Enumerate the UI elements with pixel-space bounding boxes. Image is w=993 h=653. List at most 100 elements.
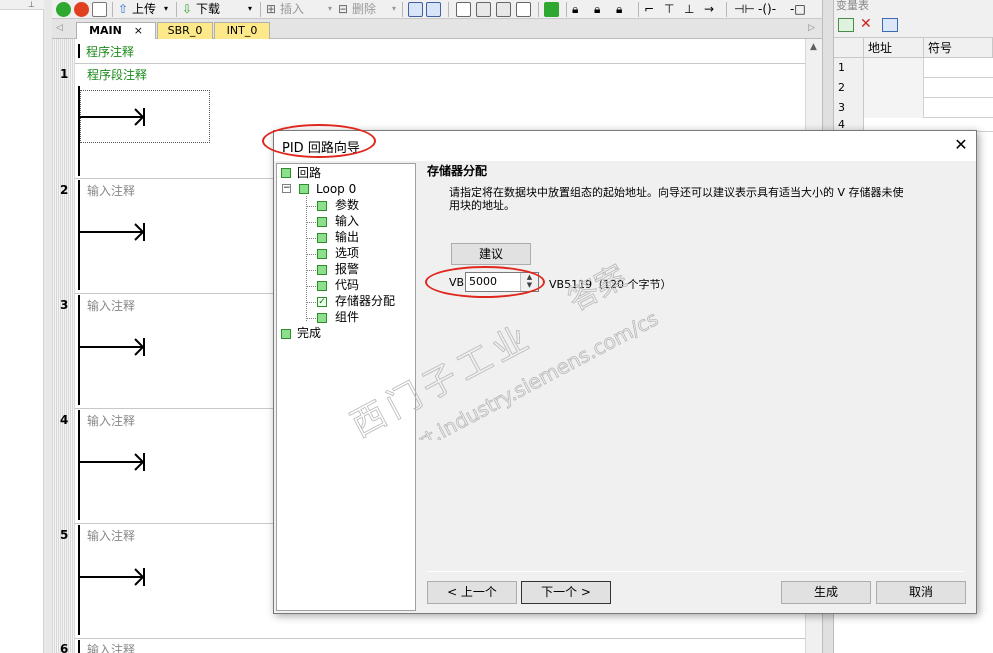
network-comment[interactable]: 输入注释 xyxy=(87,641,135,653)
tab-main-label: MAIN xyxy=(89,24,122,37)
check-icon xyxy=(317,281,327,291)
network-comment[interactable]: 程序段注释 xyxy=(87,66,147,83)
toggle-icon[interactable] xyxy=(516,2,531,17)
insert-dropdown-icon[interactable]: ▾ xyxy=(328,1,332,17)
upload-button[interactable]: 上传 xyxy=(132,1,156,17)
toolbar-separator xyxy=(638,2,639,17)
network-icon[interactable] xyxy=(408,2,423,17)
box-icon[interactable]: -□ xyxy=(790,1,806,17)
generate-button[interactable]: 生成 xyxy=(781,581,871,604)
rung-end-bar xyxy=(143,568,145,586)
address-cell[interactable] xyxy=(864,78,924,98)
upload-dropdown-icon[interactable]: ▾ xyxy=(164,1,168,17)
branch-icon[interactable]: ⊤ xyxy=(664,1,674,17)
variable-table-corner xyxy=(834,38,864,58)
tab-scroll-right-icon[interactable]: ▷ xyxy=(808,23,815,33)
network-icon[interactable] xyxy=(426,2,441,17)
tab-main[interactable]: MAIN × xyxy=(76,22,156,39)
toolbar-separator xyxy=(726,2,727,17)
run-icon[interactable] xyxy=(56,2,71,17)
column-header-symbol[interactable]: 符号 xyxy=(924,38,993,58)
check-icon xyxy=(317,249,327,259)
branch-icon[interactable]: ⌐ xyxy=(644,1,654,17)
address-cell[interactable] xyxy=(864,58,924,78)
toggle-icon[interactable] xyxy=(496,2,511,17)
stop-icon[interactable] xyxy=(74,2,89,17)
table-row[interactable]: 2 xyxy=(834,78,993,98)
delete-icon[interactable]: ⊟ xyxy=(338,1,348,17)
suggest-address-button[interactable]: 建议 xyxy=(451,243,531,265)
cancel-button[interactable]: 取消 xyxy=(876,581,966,604)
upload-icon[interactable]: ⇧ xyxy=(118,1,128,17)
insert-icon[interactable]: ⊞ xyxy=(266,1,276,17)
tree-item-code[interactable]: 代码 xyxy=(335,278,359,293)
address-cell[interactable] xyxy=(864,98,924,118)
network-comment[interactable]: 输入注释 xyxy=(87,182,135,199)
dialog-titlebar[interactable] xyxy=(274,131,976,161)
previous-button[interactable]: < 上一个 xyxy=(427,581,517,604)
branch-icon[interactable]: ⊥ xyxy=(684,1,694,17)
lock-icon[interactable]: 🔒︎ xyxy=(616,1,622,17)
power-rail xyxy=(78,525,80,635)
delete-row-icon[interactable]: ✕ xyxy=(860,16,872,32)
network-comment[interactable]: 输入注释 xyxy=(87,297,135,314)
network-comment[interactable]: 输入注释 xyxy=(87,412,135,429)
tree-item-parameters[interactable]: 参数 xyxy=(335,198,359,213)
insert-button[interactable]: 插入 xyxy=(280,1,304,17)
tree-item-loop-root[interactable]: 回路 xyxy=(297,166,321,181)
network-separator xyxy=(75,638,805,639)
tab-close-icon[interactable]: × xyxy=(134,24,143,37)
tree-item-input[interactable]: 输入 xyxy=(335,214,359,229)
tree-item-alarms[interactable]: 报警 xyxy=(335,262,359,277)
tree-item-components[interactable]: 组件 xyxy=(335,310,359,325)
check-icon xyxy=(317,265,327,275)
toolbar: ⇧ 上传 ▾ ⇩ 下载 ▾ ⊞ 插入 ▾ ⊟ 删除 ▾ 🔒︎ 🔒︎ 🔒︎ ⌐ ⊤… xyxy=(52,0,828,19)
tree-item-loop0[interactable]: Loop 0 xyxy=(316,182,356,197)
line-icon[interactable]: → xyxy=(704,1,714,17)
tree-item-finish[interactable]: 完成 xyxy=(297,326,321,341)
column-header-address[interactable]: 地址 xyxy=(864,38,924,58)
toolbar-separator xyxy=(402,2,403,17)
coil-icon[interactable]: -()- xyxy=(758,1,776,17)
tab-int0[interactable]: INT_0 xyxy=(214,22,270,39)
goto-icon[interactable] xyxy=(544,2,559,17)
collapse-icon[interactable]: − xyxy=(282,184,291,193)
lock-icon[interactable]: 🔒︎ xyxy=(594,1,600,17)
scroll-up-icon[interactable]: ▲ xyxy=(805,42,822,56)
table-tool-icon[interactable] xyxy=(882,18,898,32)
pin-icon[interactable]: ⊥ xyxy=(28,0,40,9)
vb-range-text: VB5119（120 个字节） xyxy=(549,278,672,291)
tree-connector xyxy=(306,206,316,207)
table-row[interactable]: 1 xyxy=(834,58,993,78)
tree-item-options[interactable]: 选项 xyxy=(335,246,359,261)
dialog-close-button[interactable]: ✕ xyxy=(950,134,972,156)
tree-item-memory-allocation[interactable]: 存储器分配 xyxy=(335,294,395,309)
toggle-icon[interactable] xyxy=(476,2,491,17)
check-icon xyxy=(317,233,327,243)
download-icon[interactable]: ⇩ xyxy=(182,1,192,17)
row-number: 2 xyxy=(834,78,864,98)
tree-item-output[interactable]: 输出 xyxy=(335,230,359,245)
download-button[interactable]: 下载 xyxy=(196,1,220,17)
tab-sbr0[interactable]: SBR_0 xyxy=(157,22,213,39)
power-rail xyxy=(78,295,80,405)
tree-connector xyxy=(306,318,316,319)
delete-dropdown-icon[interactable]: ▾ xyxy=(392,1,396,17)
network-comment[interactable]: 输入注释 xyxy=(87,527,135,544)
program-comment[interactable]: 程序注释 xyxy=(86,43,134,60)
tab-scroll-left-icon[interactable]: ◁ xyxy=(56,23,63,33)
download-dropdown-icon[interactable]: ▾ xyxy=(248,1,252,17)
compile-icon[interactable] xyxy=(92,2,107,17)
table-row[interactable]: 3 xyxy=(834,98,993,118)
toggle-icon[interactable] xyxy=(456,2,471,17)
delete-button[interactable]: 删除 xyxy=(352,1,376,17)
next-button[interactable]: 下一个 > xyxy=(521,581,611,604)
insert-row-icon[interactable] xyxy=(838,18,854,32)
toolbar-separator xyxy=(538,2,539,17)
contact-icon[interactable]: ⊣⊢ xyxy=(734,1,755,17)
toolbar-separator xyxy=(112,2,113,17)
check-icon xyxy=(281,329,291,339)
power-rail xyxy=(78,180,80,290)
lock-icon[interactable]: 🔒︎ xyxy=(572,1,578,17)
rung-end-bar xyxy=(143,338,145,356)
